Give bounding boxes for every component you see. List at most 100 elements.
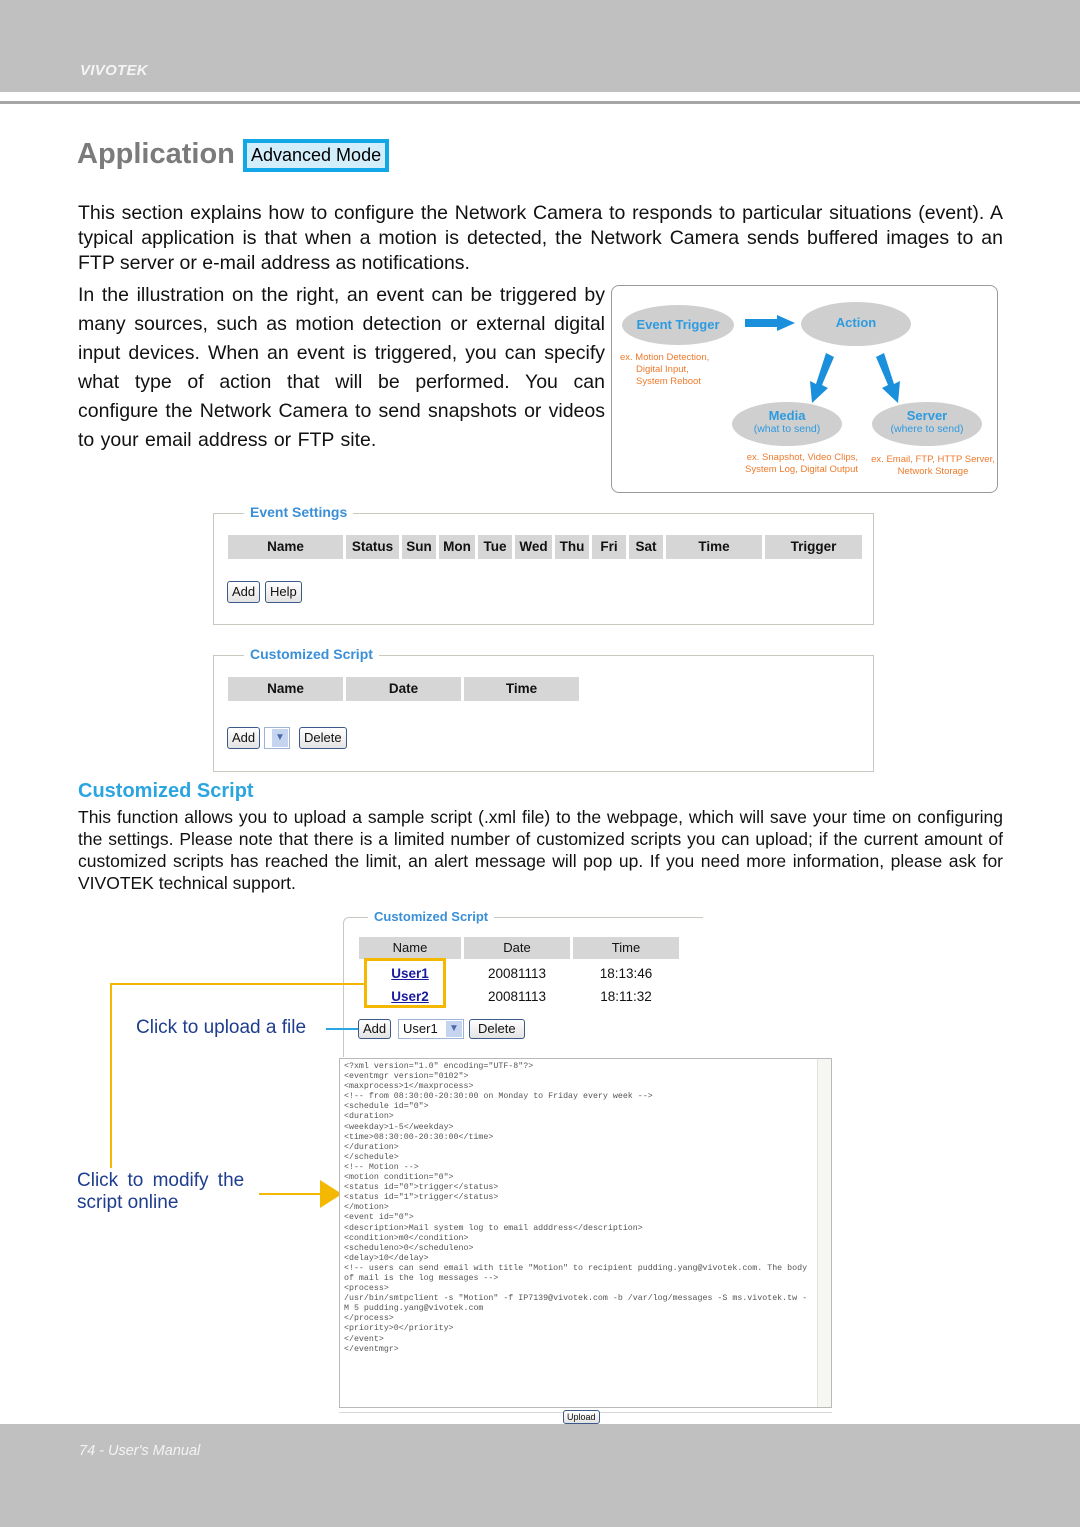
add-event-button[interactable]: Add: [227, 581, 261, 603]
server-label: Server: [906, 408, 948, 423]
script-line: <motion condition="0">: [344, 1173, 454, 1183]
delete-script-button[interactable]: Delete: [469, 1019, 525, 1039]
action-label: Action: [835, 315, 877, 330]
server-examples: ex. Email, FTP, HTTP Server, Network Sto…: [868, 454, 998, 478]
trigger-examples: ex. Motion Detection, Digital Input, Sys…: [620, 352, 709, 388]
script-line: /usr/bin/smtpclient -s "Motion" -f IP713…: [344, 1294, 808, 1304]
modify-connector-line: [259, 1193, 323, 1195]
event-trigger-node: Event Trigger: [622, 305, 734, 345]
illustration-paragraph: In the illustration on the right, an eve…: [78, 284, 605, 451]
script-line: <status id="0">trigger</status>: [344, 1183, 499, 1193]
column-header: Date: [346, 677, 461, 701]
upload-connector-line: [326, 1028, 358, 1030]
customized-script-legend: Customized Script: [244, 646, 379, 662]
script-line: <time>08:30:00-20:30:00</time>: [344, 1132, 494, 1142]
column-header: Time: [573, 937, 679, 959]
add-upload-button[interactable]: Add: [358, 1019, 392, 1039]
trigger-example: ex. Motion Detection,: [620, 352, 710, 363]
help-button[interactable]: Help: [265, 581, 302, 603]
event-settings-legend: Event Settings: [244, 504, 354, 520]
server-example: ex. Email, FTP, HTTP Server,: [871, 454, 995, 465]
header-band: VIVOTEK: [0, 0, 1080, 92]
header-divider: [0, 101, 1080, 104]
script-line: <scheduleno>0</scheduleno>: [344, 1243, 474, 1253]
bracket-horizontal-line: [110, 983, 365, 985]
delete-script-button[interactable]: Delete: [299, 727, 347, 749]
script-editor-textarea[interactable]: <?xml version="1.0" encoding="UTF-8"?> <e…: [339, 1058, 832, 1408]
script-content: <?xml version="1.0" encoding="UTF-8"?> <e…: [344, 1062, 814, 1355]
script-line: </motion>: [344, 1203, 389, 1213]
page-title: Application: [77, 138, 235, 170]
column-header: Sun: [402, 535, 436, 559]
down-right-arrow-icon: [876, 353, 900, 403]
column-header: Fri: [592, 535, 626, 559]
media-example: ex. Snapshot, Video Clips,: [746, 452, 858, 463]
media-examples: ex. Snapshot, Video Clips, System Log, D…: [712, 452, 858, 476]
chevron-down-icon[interactable]: ▼: [446, 1021, 462, 1037]
script-line: <description>Mail system log to email ad…: [344, 1223, 643, 1233]
section-heading: Customized Script: [78, 780, 254, 802]
media-node: Media (what to send): [732, 402, 842, 446]
script-line: <condition>m0</condition>: [344, 1233, 469, 1243]
column-header: Name: [228, 677, 343, 701]
script-line: M 5 pudding.yang@vivotek.com: [344, 1304, 484, 1314]
page-number-footer: 74 - User's Manual: [79, 1443, 201, 1459]
script-line: <schedule id="0">: [344, 1102, 429, 1112]
script-line: <event id="0">: [344, 1213, 414, 1223]
script-time: 18:11:32: [600, 989, 652, 1004]
brand-logo: VIVOTEK: [80, 62, 148, 79]
column-header: Wed: [515, 535, 552, 559]
column-header: Thu: [555, 535, 589, 559]
vertical-scrollbar[interactable]: [817, 1059, 831, 1407]
script-line: <maxprocess>1</maxprocess>: [344, 1082, 474, 1092]
column-header: Time: [666, 535, 762, 559]
script-line: <process>: [344, 1284, 389, 1294]
script-line: <priority>0</priority>: [344, 1324, 454, 1334]
media-label: Media: [768, 408, 806, 423]
customized-script-header-row: Name Date Time: [228, 677, 579, 701]
example-panel-legend: Customized Script: [368, 909, 495, 924]
script-time: 18:13:46: [599, 966, 653, 981]
script-line: </event>: [344, 1334, 384, 1344]
example-header-row: Name Date Time: [359, 937, 679, 959]
column-header: Sat: [629, 535, 663, 559]
column-header: Trigger: [765, 535, 862, 559]
script-line: of mail is the log messages -->: [344, 1273, 499, 1283]
chevron-down-icon[interactable]: ▼: [272, 729, 288, 747]
script-line: </duration>: [344, 1142, 399, 1152]
add-script-button[interactable]: Add: [227, 727, 261, 749]
script-line: </process>: [344, 1314, 394, 1324]
script-line: <eventmgr version="0102">: [344, 1072, 469, 1082]
event-settings-panel: Event Settings Name Status Sun Mon Tue W…: [213, 504, 874, 625]
event-settings-header-row: Name Status Sun Mon Tue Wed Thu Fri Sat …: [228, 535, 862, 559]
trigger-example: Digital Input,: [636, 364, 689, 375]
right-arrow-icon: [745, 315, 795, 331]
script-line: <delay>10</delay>: [344, 1253, 429, 1263]
modify-callout-line2: script online: [77, 1192, 179, 1213]
event-action-diagram: Event Trigger Action ex. Motion Detectio…: [611, 285, 998, 493]
script-line: <!-- from 08:30:00-20:30:00 on Monday to…: [344, 1092, 653, 1102]
column-header: Mon: [439, 535, 475, 559]
section-body: This function allows you to upload a sam…: [78, 807, 1003, 893]
script-select[interactable]: User1 ▼: [398, 1019, 464, 1039]
event-trigger-label: Event Trigger: [636, 317, 720, 332]
script-line: <status id="1">trigger</status>: [344, 1193, 499, 1203]
script-line: <duration>: [344, 1112, 394, 1122]
script-select-value: User1: [403, 1021, 438, 1036]
upload-button[interactable]: Upload: [563, 1410, 600, 1424]
script-date: 20081113: [487, 989, 547, 1004]
name-highlight-box: [364, 958, 446, 1008]
customized-script-panel: Customized Script Name Date Time Add ▼ D…: [213, 646, 874, 772]
advanced-mode-badge: Advanced Mode: [243, 139, 390, 172]
script-line: <?xml version="1.0" encoding="UTF-8"?>: [344, 1062, 534, 1071]
server-node: Server (where to send): [872, 402, 982, 446]
intro-paragraph: This section explains how to configure t…: [78, 202, 1003, 274]
script-line: </eventmgr>: [344, 1344, 399, 1354]
column-header: Time: [464, 677, 579, 701]
media-sublabel: (what to send): [753, 423, 821, 435]
down-left-arrow-icon: [810, 353, 834, 403]
server-example: Network Storage: [897, 466, 969, 477]
script-select[interactable]: ▼: [264, 727, 290, 749]
server-sublabel: (where to send): [890, 423, 964, 435]
column-header: Date: [464, 937, 570, 959]
